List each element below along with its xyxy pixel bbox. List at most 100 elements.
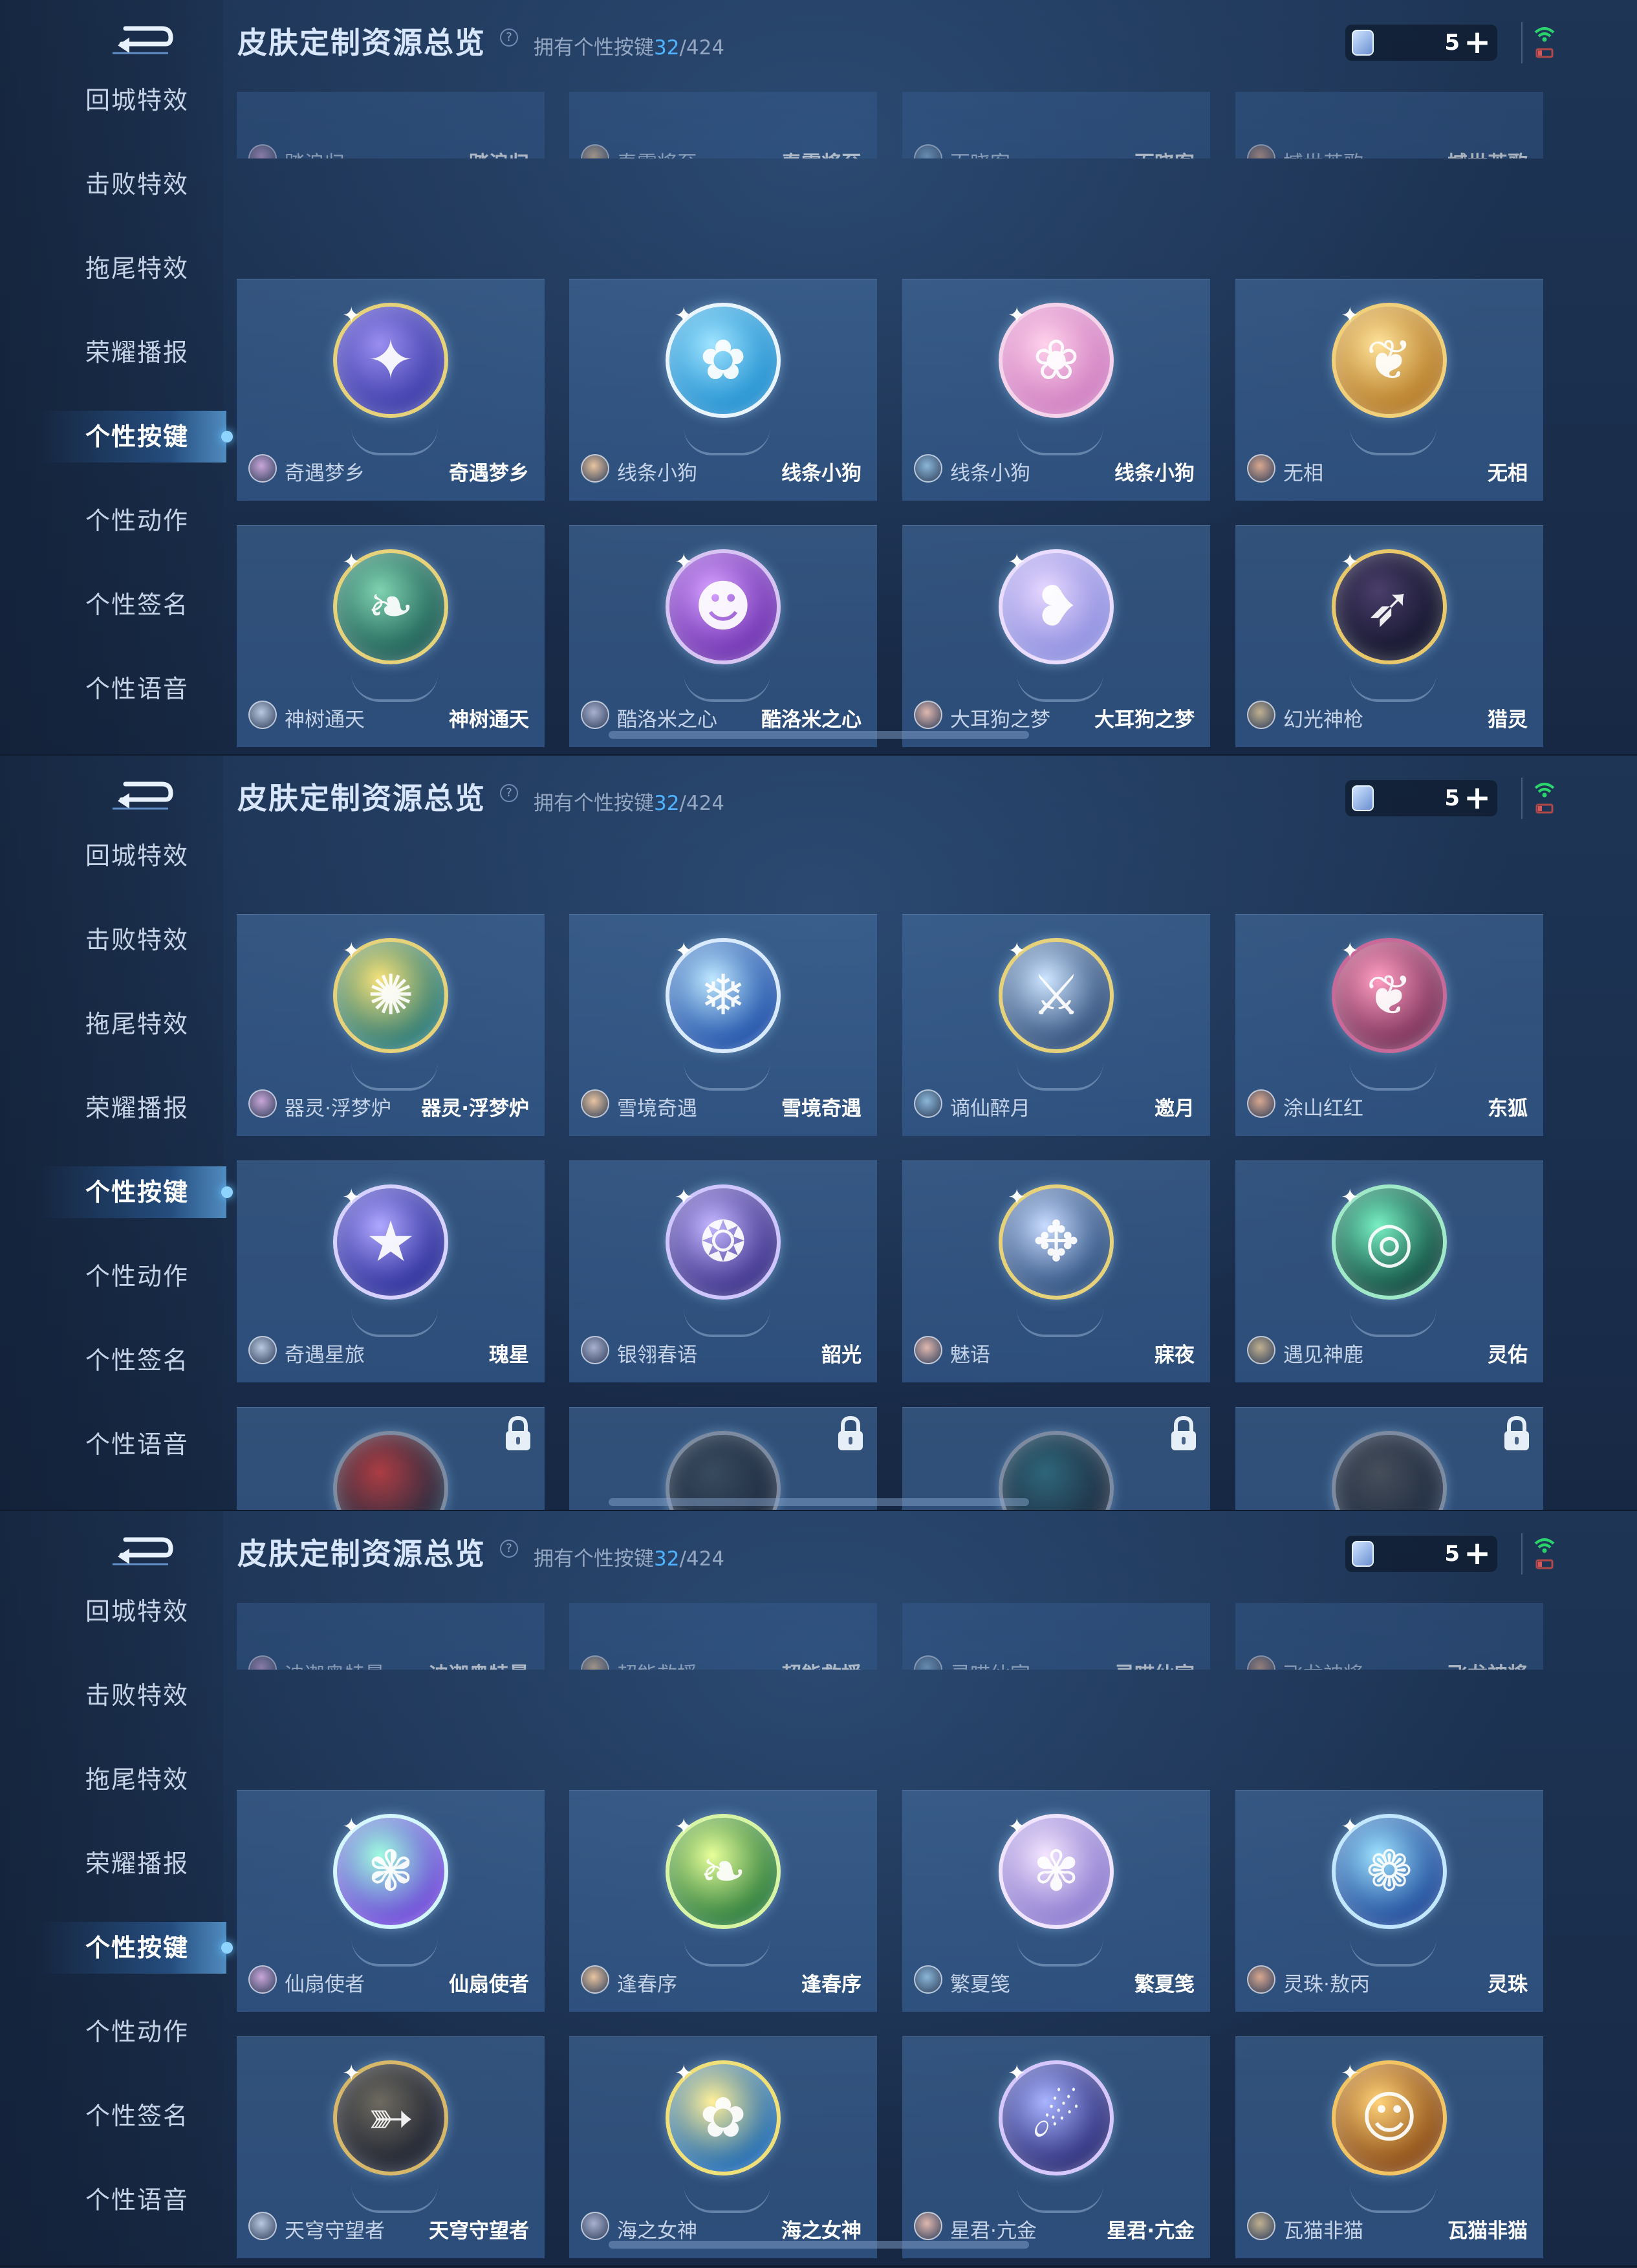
ice-flower-icon: ❁ ✦	[1332, 1814, 1447, 1967]
sparkle-icon: ✦	[342, 2060, 361, 2086]
skin-name: 猎灵	[1488, 708, 1528, 732]
skin-name: 瓦猫非猫	[1447, 2219, 1528, 2243]
hero-name: 星君·亢金	[950, 2219, 1037, 2243]
locked-card[interactable]	[902, 1407, 1210, 1511]
overview-screen-2: 回城特效 击败特效 拖尾特效 荣耀播报 个性按键 个性动作 个性签名 个性语音 皮肤定制资源总览…	[0, 756, 1637, 1511]
partial-orb	[666, 1511, 781, 1525]
skin-card[interactable]: ❂ ✦ 银翎春语 韶光	[569, 1161, 877, 1382]
partial-card[interactable]: 百晓客 百晓客	[902, 0, 1210, 158]
fan-icon: ✥ ✦	[999, 1184, 1114, 1337]
hero-name: 春霖将至	[617, 152, 697, 175]
hero-name: 逢春序	[617, 1973, 677, 1996]
feather-blade-icon: ❦ ✦	[1332, 303, 1447, 455]
locked-card[interactable]	[1235, 1407, 1543, 1511]
orb-reflection	[1017, 673, 1103, 702]
partial-card[interactable]: 踏浪归 踏浪归	[237, 92, 545, 158]
skin-card[interactable]: ⚔ ✦ 谪仙醉月 邀月	[902, 914, 1210, 1136]
horizontal-scrollbar[interactable]	[609, 731, 1029, 739]
skin-name: 韶光	[821, 1344, 862, 1367]
orb-reflection	[1350, 2185, 1436, 2213]
skin-name: 线条小狗	[1114, 462, 1195, 485]
skin-card[interactable]: ✺ ✦ 器灵·浮梦炉 器灵·浮梦炉	[237, 914, 545, 1136]
partial-card[interactable]: 春霖将至 春霖将至	[569, 92, 877, 158]
skin-card[interactable]: ❧ ✦ 神树通天 神树通天	[237, 525, 545, 747]
skin-card[interactable]: ❧ ✦ 逢春序 逢春序	[569, 1790, 877, 2012]
skin-card[interactable]: ✿ ✦ 海之女神 海之女神	[569, 2036, 877, 2258]
skin-card[interactable]: ❀ ✦ 线条小狗 线条小狗	[902, 279, 1210, 501]
skin-name: 无相	[1488, 462, 1528, 485]
hero-name: 迪迦奥特曼	[285, 1663, 385, 1686]
orb-reflection	[1017, 2185, 1103, 2213]
hero-name: 线条小狗	[950, 462, 1030, 485]
partial-card[interactable]: 超能救援 超能救援	[569, 1511, 877, 1670]
hero-name: 涂山红红	[1283, 1097, 1363, 1120]
sparkle-icon: ✦	[1008, 1814, 1026, 1840]
hero-avatar	[1247, 1089, 1275, 1118]
partial-card[interactable]: 撼世英歌 撼世英歌	[1235, 92, 1543, 158]
orb-reflection	[1017, 1938, 1103, 1967]
locked-card[interactable]	[237, 1407, 545, 1511]
hero-avatar	[248, 454, 277, 483]
hero-avatar	[1247, 454, 1275, 483]
skin-card[interactable]: ❦ ✦ 涂山红红 东狐	[1235, 914, 1543, 1136]
sparkle-icon: ✦	[1008, 938, 1026, 964]
skin-card[interactable]: ✥ ✦ 魅语 寐夜	[902, 1161, 1210, 1382]
orb-reflection	[351, 1309, 438, 1337]
ribbon-orb-icon: ❂ ✦	[666, 1184, 781, 1337]
skin-card[interactable]: ❦ ✦ 无相 无相	[1235, 279, 1543, 501]
hero-name: 银翎春语	[617, 1344, 697, 1367]
partial-orb	[333, 1511, 448, 1525]
skin-card[interactable]: ❄ ✦ 雪境奇遇 雪境奇遇	[569, 914, 877, 1136]
partial-card[interactable]: 飞龙神将 飞龙神将	[1235, 1603, 1543, 1670]
golden-flame-icon: ✺ ✦	[333, 938, 448, 1091]
skin-name: 飞龙神将	[1447, 1663, 1528, 1686]
hero-avatar	[581, 1655, 609, 1670]
sparkle-icon: ✦	[342, 1184, 361, 1210]
skin-card[interactable]: ✦ ✦ 奇遇梦乡 奇遇梦乡	[237, 279, 545, 501]
hero-name: 仙扇使者	[285, 1973, 365, 1996]
sparkle-icon: ✦	[1008, 303, 1026, 329]
hero-avatar	[1247, 1655, 1275, 1670]
locked-card[interactable]	[569, 1407, 877, 1511]
partial-orb	[999, 0, 1114, 14]
hero-avatar	[581, 1336, 609, 1364]
overview-screen-1: 回城特效 击败特效 拖尾特效 荣耀播报 个性按键 个性动作 个性签名 个性语音 皮肤定制资源总览…	[0, 0, 1637, 756]
skin-card[interactable]: ✾ ✦ 繁夏笺 繁夏笺	[902, 1790, 1210, 2012]
skin-card[interactable]: ❁ ✦ 灵珠·敖丙 灵珠	[1235, 1790, 1543, 2012]
skin-card[interactable]: ☺ ✦ 瓦猫非猫 瓦猫非猫	[1235, 2036, 1543, 2258]
overview-screen-3: 回城特效 击败特效 拖尾特效 荣耀播报 个性按键 个性动作 个性签名 个性语音 皮肤定制资源总览…	[0, 1511, 1637, 2267]
hero-name: 线条小狗	[617, 462, 697, 485]
orb-reflection	[1350, 1309, 1436, 1337]
hero-avatar	[581, 2212, 609, 2240]
hero-avatar	[914, 2212, 942, 2240]
skin-card[interactable]: ➳ ✦ 天穹守望者 天穹守望者	[237, 2036, 545, 2258]
horizontal-scrollbar[interactable]	[609, 1498, 1029, 1506]
hero-name: 谪仙醉月	[950, 1097, 1030, 1120]
partial-card[interactable]: 灵喵仙官 灵喵仙官	[902, 1603, 1210, 1670]
line-puppy-icon: ❀ ✦	[999, 303, 1114, 455]
sparkle-icon: ✦	[675, 1814, 693, 1840]
star-wand-icon: ★ ✦	[333, 1184, 448, 1337]
dream-cat-icon: ✦ ✦	[333, 303, 448, 455]
card-grid: ✺ ✦ 器灵·浮梦炉 器灵·浮梦炉 ❄ ✦ 雪境奇遇 雪境奇遇 ⚔ ✦ 谪仙醉月 邀月 ❦ ✦ 涂山红红 东狐…	[0, 756, 1637, 1511]
skin-card[interactable]: ☻ ✦ 酷洛米之心 酷洛米之心	[569, 525, 877, 747]
kuromi-icon: ☻ ✦	[666, 549, 781, 702]
hero-name: 无相	[1283, 462, 1323, 485]
skin-card[interactable]: ✿ ✦ 线条小狗 线条小狗	[569, 279, 877, 501]
skin-card[interactable]: ➶ ✦ 幻光神枪 猎灵	[1235, 525, 1543, 747]
lock-icon	[833, 1415, 868, 1453]
skin-name: 东狐	[1488, 1097, 1528, 1120]
skin-name: 海之女神	[781, 2219, 862, 2243]
sparkle-icon: ✦	[675, 303, 693, 329]
partial-card[interactable]: 迪迦奥特曼 迪迦奥特曼	[237, 1511, 545, 1670]
skin-card[interactable]: ❥ ✦ 大耳狗之梦 大耳狗之梦	[902, 525, 1210, 747]
spear-icon: ➶ ✦	[1332, 549, 1447, 702]
skin-name: 超能救援	[781, 1663, 862, 1686]
skin-card[interactable]: ◎ ✦ 遇见神鹿 灵佑	[1235, 1161, 1543, 1382]
horizontal-scrollbar[interactable]	[609, 2241, 1029, 2249]
hero-avatar	[581, 701, 609, 729]
skin-card[interactable]: ❃ ✦ 仙扇使者 仙扇使者	[237, 1790, 545, 2012]
skin-card[interactable]: ★ ✦ 奇遇星旅 瑰星	[237, 1161, 545, 1382]
skin-card[interactable]: ☄ ✦ 星君·亢金 星君·亢金	[902, 2036, 1210, 2258]
sparkle-icon: ✦	[1341, 549, 1360, 575]
